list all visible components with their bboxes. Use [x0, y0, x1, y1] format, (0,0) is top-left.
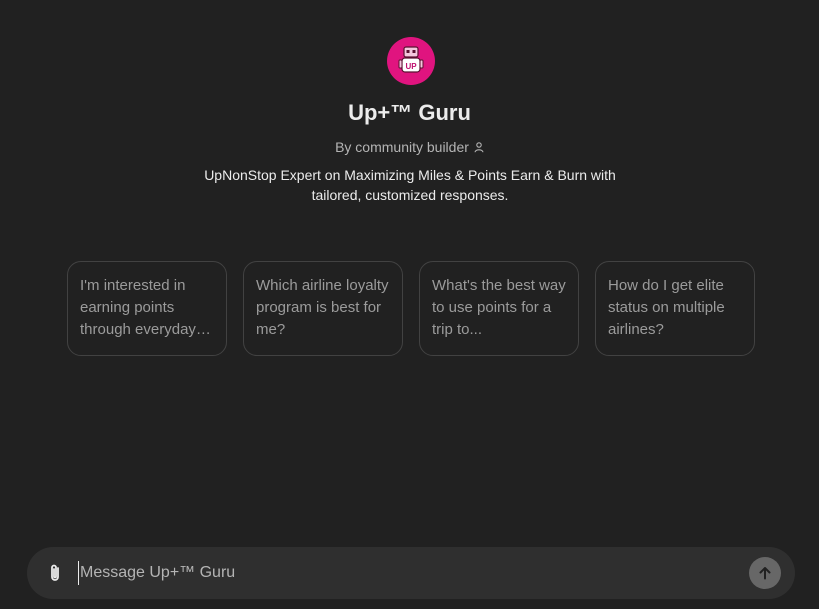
byline-text: By community builder [335, 139, 469, 155]
starter-text: How do I get elite status on multiple ai… [608, 277, 725, 338]
paperclip-icon [51, 564, 59, 581]
arrow-up-icon [759, 567, 771, 580]
gpt-description: UpNonStop Expert on Maximizing Miles & P… [204, 167, 616, 203]
starter-text: What's the best way to use points for a … [432, 277, 566, 338]
robot-logo-icon: UP [398, 46, 424, 73]
conversation-starters: I'm interested in earning points through… [67, 261, 755, 356]
starter-text: I'm interested in earning points through… [80, 277, 196, 338]
starter-card[interactable]: How do I get elite status on multiple ai… [595, 261, 755, 356]
gpt-title: Up+™ Guru [348, 100, 471, 125]
gpt-avatar: UP [387, 37, 435, 85]
attach-button[interactable] [43, 561, 67, 585]
person-icon [474, 141, 484, 152]
message-input[interactable] [78, 561, 730, 585]
starter-card[interactable]: I'm interested in earning points through… [67, 261, 227, 356]
starter-card[interactable]: What's the best way to use points for a … [419, 261, 579, 356]
send-button[interactable] [749, 557, 781, 589]
avatar-logo-text: UP [405, 62, 417, 71]
byline: By community builder [0, 139, 819, 155]
starter-text: Which airline loyalty program is best fo… [256, 277, 389, 338]
message-composer [27, 547, 795, 599]
starter-card[interactable]: Which airline loyalty program is best fo… [243, 261, 403, 356]
